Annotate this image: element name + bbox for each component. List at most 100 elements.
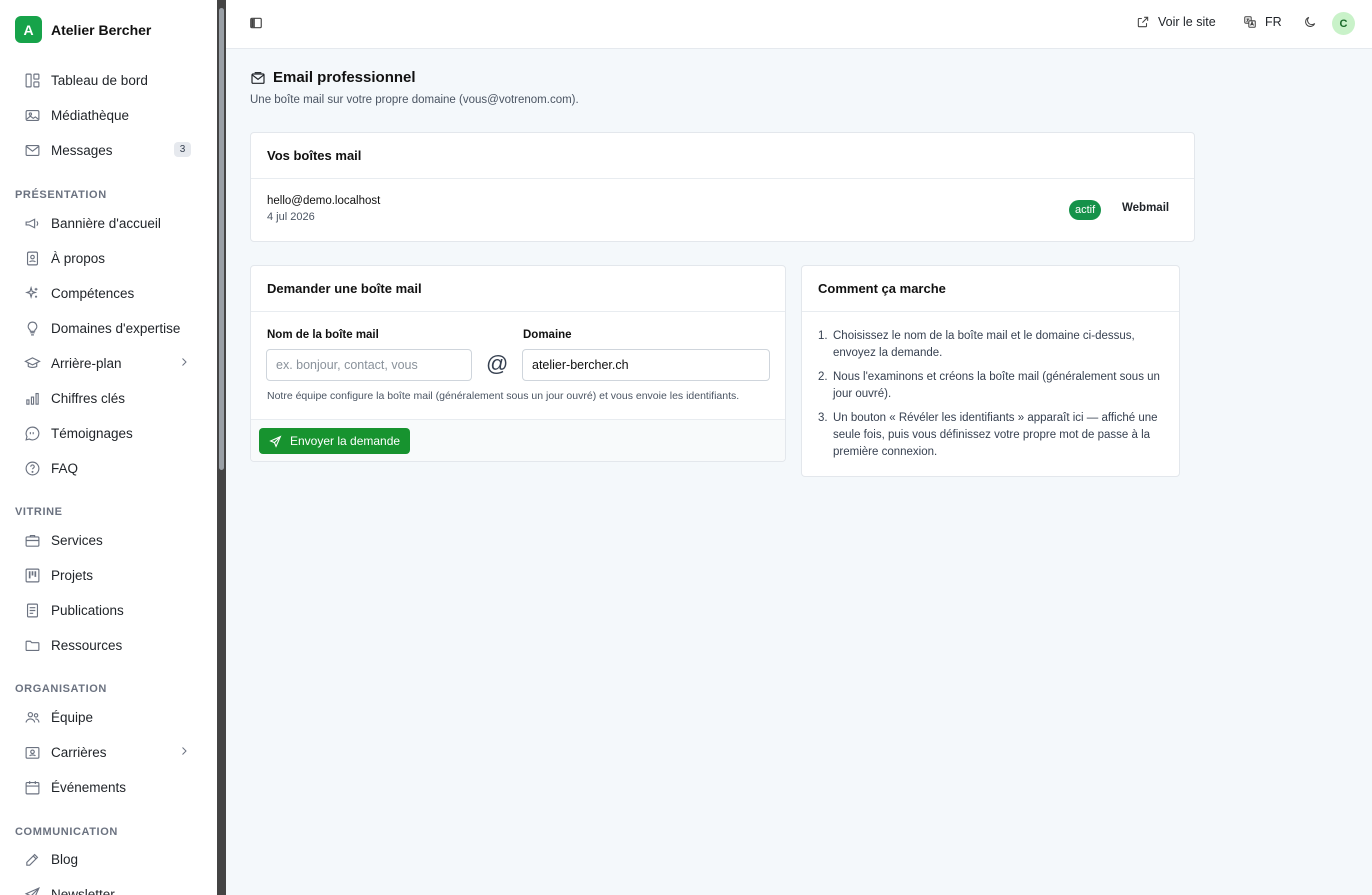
top-bar: Voir le site FR C bbox=[226, 0, 1372, 49]
section-label-presentation: PRÉSENTATION bbox=[15, 189, 107, 201]
mailbox-row: hello@demo.localhost 4 jul 2026 bbox=[267, 195, 380, 223]
quote-bubble-icon bbox=[24, 425, 41, 442]
pencil-square-icon bbox=[24, 851, 41, 868]
briefcase-icon bbox=[24, 532, 41, 549]
sidebar-item-events[interactable]: Événements bbox=[18, 771, 198, 803]
chevron-right-icon bbox=[182, 747, 187, 755]
sidebar-item-label: Services bbox=[51, 532, 103, 548]
sidebar-item-label: Newsletter bbox=[51, 886, 115, 895]
language-switcher[interactable]: FR bbox=[1243, 15, 1282, 29]
send-icon bbox=[24, 886, 41, 895]
sidebar-item-careers[interactable]: Carrières bbox=[18, 736, 198, 768]
help-circle-icon bbox=[24, 460, 41, 477]
bar-chart-icon bbox=[24, 390, 41, 407]
chevron-right-icon bbox=[182, 358, 187, 366]
lightbulb-icon bbox=[24, 320, 41, 337]
sidebar-item-label: Équipe bbox=[51, 709, 94, 725]
sidebar-item-label: Ressources bbox=[51, 637, 123, 653]
mailboxes-card-title: Vos boîtes mail bbox=[251, 133, 1194, 179]
section-label-vitrine: VITRINE bbox=[15, 506, 63, 518]
mailbox-name-label: Nom de la boîte mail bbox=[267, 329, 379, 341]
section-label-communication: COMMUNICATION bbox=[15, 826, 118, 838]
sidebar-item-newsletter[interactable]: Newsletter bbox=[18, 878, 198, 895]
sidebar-item-about[interactable]: À propos bbox=[18, 242, 198, 274]
section-label-organisation: ORGANISATION bbox=[15, 683, 107, 695]
sidebar-item-dashboard[interactable]: Tableau de bord bbox=[18, 64, 198, 96]
sidebar-item-label: Chiffres clés bbox=[51, 390, 126, 406]
request-help-text: Notre équipe configure la boîte mail (gé… bbox=[267, 390, 740, 402]
sidebar-item-key-figures[interactable]: Chiffres clés bbox=[18, 382, 198, 414]
webmail-link[interactable]: Webmail bbox=[1122, 202, 1169, 214]
how-it-works-card: Comment ça marche 1. Choisissez le nom de… bbox=[801, 265, 1180, 477]
request-card-title: Demander une boîte mail bbox=[251, 266, 785, 312]
sidebar-item-label: Bannière d'accueil bbox=[51, 215, 161, 231]
sidebar-item-faq[interactable]: FAQ bbox=[18, 452, 198, 484]
sidebar-item-banner[interactable]: Bannière d'accueil bbox=[18, 207, 198, 239]
status-badge: actif bbox=[1069, 200, 1102, 220]
messages-count-badge: 3 bbox=[174, 142, 191, 157]
sidebar-item-projects[interactable]: Projets bbox=[18, 559, 198, 591]
domain-input[interactable] bbox=[522, 349, 770, 381]
mailboxes-card: Vos boîtes mail hello@demo.localhost 4 j… bbox=[250, 132, 1195, 242]
send-request-label: Envoyer la demande bbox=[290, 434, 401, 448]
translate-icon bbox=[1244, 16, 1256, 28]
sidebar-item-label: Témoignages bbox=[51, 425, 133, 441]
megaphone-icon bbox=[24, 215, 41, 232]
mailbox-name-input[interactable] bbox=[266, 349, 472, 381]
step-text: Nous l'examinons et créons la boîte mail… bbox=[833, 371, 1160, 400]
at-sign: @ bbox=[486, 351, 509, 376]
sidebar-item-team[interactable]: Équipe bbox=[18, 701, 198, 733]
sidebar-item-resources[interactable]: Ressources bbox=[18, 629, 198, 661]
step-item: 1. Choisissez le nom de la boîte mail et … bbox=[818, 328, 1163, 362]
sidebar: A Atelier Bercher Tableau de bord Médiat… bbox=[0, 0, 217, 895]
language-label: FR bbox=[1265, 15, 1282, 29]
mailbox-date: 4 jul 2026 bbox=[267, 211, 315, 223]
theme-toggle[interactable] bbox=[1303, 15, 1325, 29]
step-text: Choisissez le nom de la boîte mail et le… bbox=[833, 330, 1135, 359]
steps-list: 1. Choisissez le nom de la boîte mail et … bbox=[818, 328, 1163, 468]
request-mailbox-card: Demander une boîte mail Nom de la boîte … bbox=[250, 265, 786, 462]
user-avatar[interactable]: C bbox=[1332, 12, 1355, 35]
mail-icon bbox=[24, 142, 41, 159]
sidebar-item-label: Carrières bbox=[51, 744, 107, 760]
sidebar-item-label: FAQ bbox=[51, 460, 79, 476]
graduation-cap-icon bbox=[24, 355, 41, 372]
sidebar-item-publications[interactable]: Publications bbox=[18, 594, 198, 626]
request-card-footer: Envoyer la demande bbox=[251, 419, 785, 461]
sidebar-toggle-icon[interactable] bbox=[249, 16, 263, 30]
sparkles-icon bbox=[24, 285, 41, 302]
page-subtitle: Une boîte mail sur votre propre domaine … bbox=[250, 94, 579, 106]
moon-icon bbox=[1305, 16, 1316, 27]
step-text: Un bouton « Révéler les identifiants » a… bbox=[833, 412, 1158, 458]
send-icon bbox=[269, 435, 282, 448]
sidebar-item-label: Arrière-plan bbox=[51, 355, 122, 371]
view-site-link[interactable]: Voir le site bbox=[1136, 15, 1216, 29]
sidebar-item-expertise[interactable]: Domaines d'expertise bbox=[18, 312, 198, 344]
sidebar-item-label: Tableau de bord bbox=[51, 72, 148, 88]
step-item: 2. Nous l'examinons et créons la boîte ma… bbox=[818, 369, 1163, 403]
domain-label: Domaine bbox=[523, 329, 572, 341]
contact-card-icon bbox=[24, 250, 41, 267]
brand-logo: A bbox=[15, 16, 42, 43]
sidebar-item-messages[interactable]: Messages 3 bbox=[18, 134, 198, 166]
sidebar-item-skills[interactable]: Compétences bbox=[18, 277, 198, 309]
send-request-button[interactable]: Envoyer la demande bbox=[259, 428, 411, 454]
dashboard-icon bbox=[24, 72, 41, 89]
sidebar-item-label: À propos bbox=[51, 250, 106, 266]
sidebar-item-label: Projets bbox=[51, 567, 94, 583]
brand[interactable]: A Atelier Bercher bbox=[15, 16, 151, 43]
sidebar-item-media[interactable]: Médiathèque bbox=[18, 99, 198, 131]
sidebar-item-label: Domaines d'expertise bbox=[51, 320, 181, 336]
page-title-text: Email professionnel bbox=[273, 69, 416, 86]
sidebar-item-label: Blog bbox=[51, 851, 79, 867]
document-icon bbox=[24, 602, 41, 619]
sidebar-item-services[interactable]: Services bbox=[18, 524, 198, 556]
view-site-label: Voir le site bbox=[1158, 15, 1216, 29]
sidebar-item-blog[interactable]: Blog bbox=[18, 843, 198, 875]
sidebar-scrollbar-thumb[interactable] bbox=[219, 8, 224, 470]
image-icon bbox=[24, 107, 41, 124]
sidebar-item-label: Médiathèque bbox=[51, 107, 130, 123]
sidebar-item-background[interactable]: Arrière-plan bbox=[18, 347, 198, 379]
sidebar-item-testimonials[interactable]: Témoignages bbox=[18, 417, 198, 449]
sidebar-item-label: Messages bbox=[51, 142, 113, 158]
